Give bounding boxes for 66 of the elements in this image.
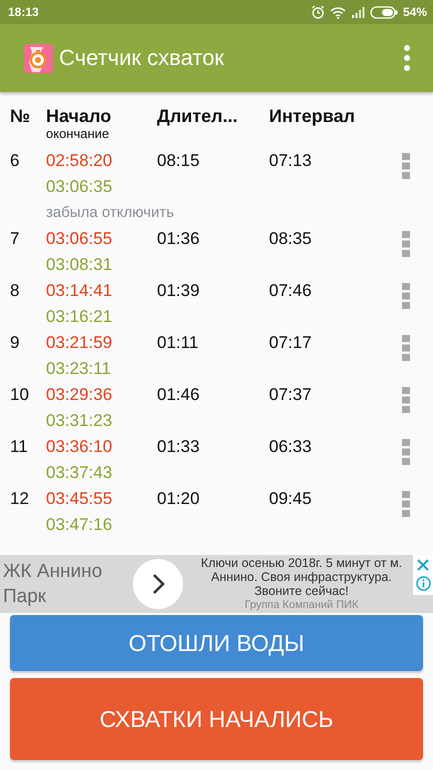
action-button[interactable]: ОТОШЛИ ВОДЫ — [10, 615, 423, 671]
row-menu-icon[interactable] — [402, 491, 410, 517]
column-header: № — [10, 106, 32, 127]
duration-value: 01:20 — [157, 489, 200, 508]
action-button[interactable]: СХВАТКИ НАЧАЛИСЬ — [10, 678, 423, 760]
ad-banner[interactable]: ЖК Аннино Парк Ключи осенью 2018г. 5 минут от м. Аннино. Своя инфраструктура. Звоните сейчас! Группа Компаний ПИК — [0, 555, 433, 613]
duration-value: 01:36 — [157, 229, 200, 248]
duration-value: 01:39 — [157, 281, 200, 300]
column-header: Интервал — [269, 106, 356, 127]
start-time: 03:14:41 — [46, 281, 114, 301]
interval-value: 06:33 — [269, 437, 312, 456]
start-time: 03:21:59 — [46, 333, 114, 353]
start-time: 03:06:55 — [46, 229, 114, 249]
row-number: 6 — [10, 151, 20, 170]
chevron-right-icon[interactable] — [133, 559, 183, 609]
ad-advertiser: Группа Компаний ПИК — [244, 599, 360, 612]
row-number: 11 — [10, 437, 28, 456]
column-header: Длител... — [157, 106, 239, 127]
interval-value: 07:17 — [269, 333, 312, 352]
end-time: 03:08:31 — [46, 255, 114, 275]
row-number: 9 — [10, 333, 20, 352]
row-menu-icon[interactable] — [402, 335, 410, 361]
row-number: 12 — [10, 489, 29, 508]
start-time: 03:45:55 — [46, 489, 114, 509]
interval-value: 07:13 — [269, 151, 312, 170]
row-menu-icon[interactable] — [402, 153, 410, 179]
more-options-icon[interactable] — [403, 44, 411, 72]
row-menu-icon[interactable] — [402, 231, 410, 257]
row-note: забыла отключить — [46, 203, 174, 223]
wifi-icon — [330, 6, 346, 18]
column-subheader: окончание — [46, 126, 110, 141]
row-menu-icon[interactable] — [402, 439, 410, 465]
end-time: 03:23:11 — [46, 359, 112, 379]
duration-value: 01:33 — [157, 437, 200, 456]
end-time: 03:06:35 — [46, 177, 114, 197]
column-header: Начало — [46, 106, 112, 127]
start-time: 02:58:20 — [46, 151, 114, 171]
row-menu-icon[interactable] — [402, 283, 410, 309]
battery-percent: 54% — [402, 5, 427, 19]
app-title: Счетчик схваток — [59, 45, 226, 71]
start-time: 03:29:36 — [46, 385, 114, 405]
info-icon[interactable] — [416, 576, 430, 591]
ad-text: Ключи осенью 2018г. 5 минут от м. Аннино. Своя инфраструктура. Звоните сейчас! — [200, 556, 404, 598]
start-time: 03:36:10 — [46, 437, 114, 457]
interval-value: 08:35 — [269, 229, 312, 248]
interval-value: 07:37 — [269, 385, 312, 404]
end-time: 03:16:21 — [46, 307, 114, 327]
end-time: 03:47:16 — [46, 515, 114, 535]
row-menu-icon[interactable] — [402, 387, 410, 413]
ad-title: ЖК Аннино Парк — [2, 560, 104, 609]
duration-value: 01:46 — [157, 385, 200, 404]
alarm-icon — [310, 5, 325, 19]
signal-icon — [350, 6, 365, 18]
row-number: 8 — [10, 281, 20, 300]
row-number: 7 — [10, 229, 20, 248]
app-logo-icon — [24, 44, 53, 72]
close-icon[interactable] — [416, 558, 430, 572]
duration-value: 08:15 — [157, 151, 200, 170]
row-number: 10 — [10, 385, 29, 404]
interval-value: 09:45 — [269, 489, 312, 508]
end-time: 03:37:43 — [46, 463, 114, 483]
interval-value: 07:46 — [269, 281, 312, 300]
clock-time: 18:13 — [8, 5, 39, 19]
duration-value: 01:11 — [157, 333, 198, 352]
end-time: 03:31:23 — [46, 411, 114, 431]
battery-icon — [370, 6, 398, 18]
